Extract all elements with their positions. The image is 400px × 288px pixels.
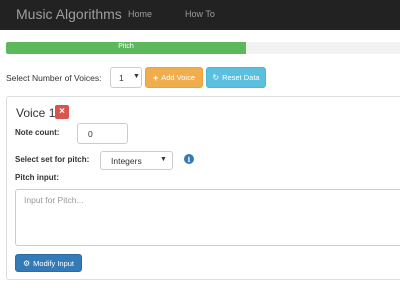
- reset-data-label: Reset Data: [222, 73, 260, 82]
- modify-input-button[interactable]: ⚙ Modify Input: [15, 254, 82, 272]
- add-voice-button[interactable]: + Add Voice: [145, 67, 203, 88]
- voice-panel: Voice 1 × Note count: 0 Select set for p…: [6, 96, 400, 280]
- plus-icon: +: [152, 72, 159, 83]
- chevron-down-icon: ▼: [133, 73, 140, 80]
- voices-count-value: 1: [119, 73, 124, 83]
- navbar: Music Algorithms Home How To: [0, 0, 400, 30]
- voices-count-label: Select Number of Voices:: [6, 73, 102, 83]
- remove-voice-button[interactable]: ×: [55, 105, 69, 119]
- note-count-input[interactable]: 0: [77, 123, 128, 144]
- pitch-set-label: Select set for pitch:: [15, 155, 90, 164]
- note-count-label: Note count:: [15, 128, 60, 137]
- add-voice-label: Add Voice: [161, 73, 196, 82]
- info-icon[interactable]: i: [184, 154, 194, 164]
- pitch-input-textarea[interactable]: Input for Pitch...: [15, 189, 400, 246]
- chevron-down-icon: ▼: [160, 156, 167, 163]
- voices-count-select[interactable]: 1 ▼: [110, 67, 142, 88]
- pitch-input-label: Pitch input:: [15, 173, 59, 182]
- pitch-set-select[interactable]: Integers ▼: [100, 151, 173, 170]
- modify-input-label: Modify Input: [33, 258, 75, 268]
- pitch-set-value: Integers: [111, 156, 142, 166]
- reset-data-button[interactable]: ↻ Reset Data: [206, 67, 266, 88]
- nav-home-link[interactable]: Home: [128, 9, 152, 19]
- brand-link[interactable]: Music Algorithms: [16, 6, 122, 22]
- nav-howto-link[interactable]: How To: [185, 9, 215, 19]
- progress-label: Pitch: [118, 43, 134, 50]
- x-icon: ×: [59, 106, 65, 117]
- voice-title: Voice 1: [16, 106, 56, 120]
- gear-icon: ⚙: [22, 258, 31, 268]
- refresh-icon: ↻: [212, 73, 220, 82]
- progress-track: Pitch: [6, 42, 400, 54]
